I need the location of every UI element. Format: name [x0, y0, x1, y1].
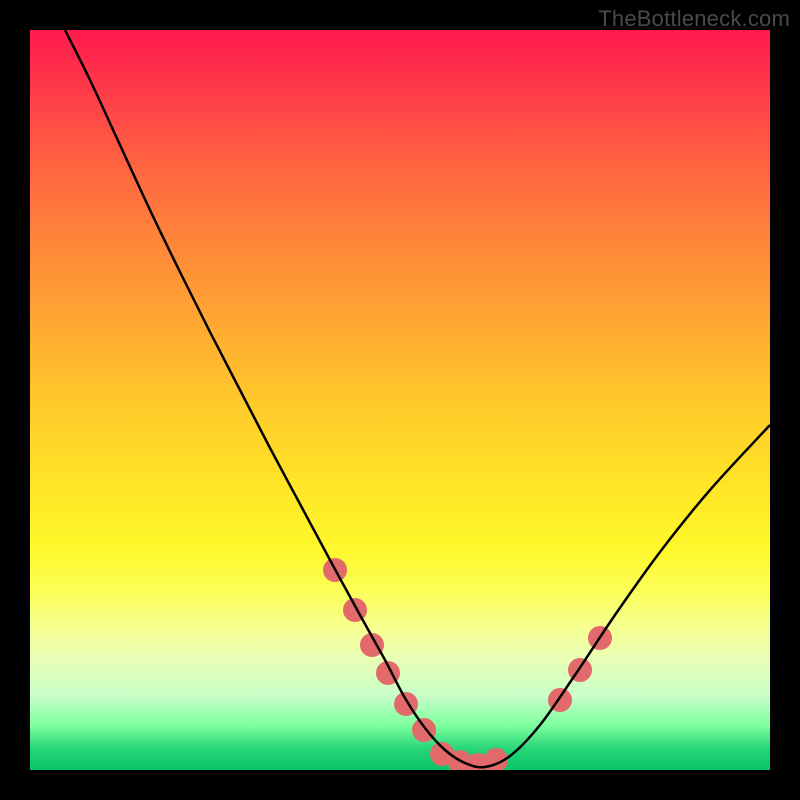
watermark-text: TheBottleneck.com: [598, 6, 790, 32]
bottleneck-curve: [65, 30, 770, 767]
highlight-dots: [323, 558, 612, 770]
chart-svg: [30, 30, 770, 770]
plot-area: [30, 30, 770, 770]
highlight-dot: [343, 598, 367, 622]
